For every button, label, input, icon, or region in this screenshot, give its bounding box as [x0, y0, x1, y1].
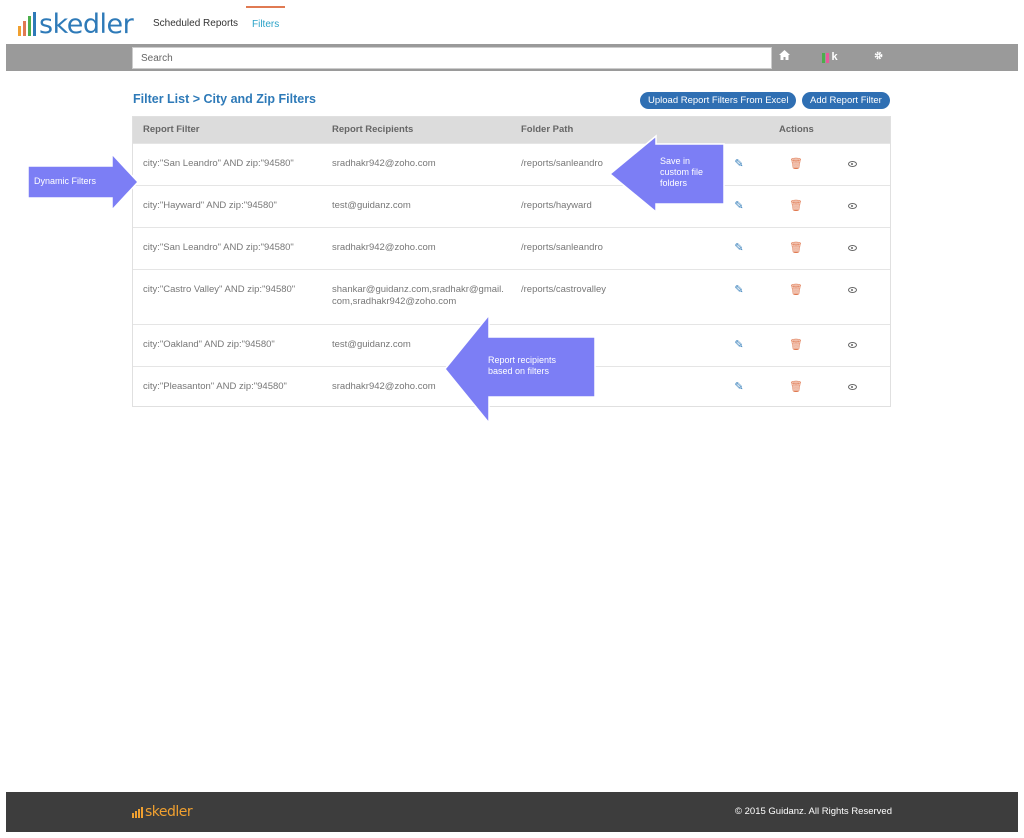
recipients-cell: sradhakr942@zoho.com: [332, 242, 436, 253]
trash-icon[interactable]: 🗑: [788, 380, 804, 393]
eye-icon[interactable]: [844, 241, 860, 253]
footer-logo-text: skedler: [145, 804, 193, 820]
callout-recipients-text: Report recipients based on filters: [488, 355, 557, 376]
eye-icon[interactable]: [844, 338, 860, 350]
tab-filters[interactable]: Filters: [246, 6, 286, 42]
trash-icon[interactable]: 🗑: [788, 338, 804, 351]
header-report-filter: Report Filter: [143, 124, 200, 135]
tab-scheduled-reports[interactable]: Scheduled Reports: [153, 6, 238, 42]
filter-cell: city:"Oakland" AND zip:"94580": [143, 339, 275, 350]
add-report-filter-button[interactable]: Add Report Filter: [802, 92, 890, 109]
upload-filters-button[interactable]: Upload Report Filters From Excel: [640, 92, 797, 109]
page-title: Filter List > City and Zip Filters: [133, 92, 317, 106]
trash-icon[interactable]: 🗑: [788, 199, 804, 212]
trash-icon[interactable]: 🗑: [788, 283, 804, 296]
filter-cell: city:"Castro Valley" AND zip:"94580": [143, 284, 296, 295]
eye-icon[interactable]: [844, 157, 860, 169]
table-row: city:"San Leandro" AND zip:"94580" sradh…: [133, 143, 890, 185]
filter-cell: city:"San Leandro" AND zip:"94580": [143, 242, 294, 253]
table-header: Report Filter Report Recipients Folder P…: [133, 117, 890, 143]
folder-cell: /reports/hayward: [521, 200, 592, 211]
trash-icon[interactable]: 🗑: [788, 157, 804, 170]
kibana-logo-text: k: [831, 51, 838, 63]
footer-logo: skedler: [132, 804, 193, 820]
callout-dynamic-filters: Dynamic Filters: [27, 152, 140, 212]
logo-bars-icon: [132, 807, 143, 818]
filter-cell: city:"Hayward" AND zip:"94580": [143, 200, 277, 211]
pencil-icon[interactable]: ✎: [731, 338, 747, 351]
home-icon[interactable]: [776, 48, 792, 67]
pencil-icon[interactable]: ✎: [731, 241, 747, 254]
header-folder-path: Folder Path: [521, 124, 574, 135]
eye-icon[interactable]: [844, 283, 860, 295]
callout-save-folders-text: Save in custom file folders: [660, 156, 704, 188]
recipients-cell: shankar@guidanz.com,sradhakr@gmail.com,s…: [332, 284, 504, 307]
header-report-recipients: Report Recipients: [332, 124, 414, 135]
callout-recipients: Report recipients based on filters: [444, 312, 596, 426]
table-row: city:"Hayward" AND zip:"94580" test@guid…: [133, 185, 890, 227]
pencil-icon[interactable]: ✎: [731, 380, 747, 393]
eye-icon[interactable]: [844, 199, 860, 211]
filter-cell: city:"San Leandro" AND zip:"94580": [143, 158, 294, 169]
callout-dynamic-filters-text: Dynamic Filters: [34, 176, 97, 186]
folder-cell: /reports/castrovalley: [521, 284, 607, 295]
logo-bars-icon: [18, 12, 36, 36]
folder-cell: /reports/sanleandro: [521, 242, 603, 253]
recipients-cell: test@guidanz.com: [332, 200, 411, 211]
kibana-icon[interactable]: k: [819, 48, 841, 67]
folder-cell: /reports/sanleandro: [521, 158, 603, 169]
skedler-logo[interactable]: skedler: [18, 9, 134, 40]
pencil-icon[interactable]: ✎: [731, 157, 747, 170]
header-actions: Actions: [779, 124, 814, 135]
copyright-text: © 2015 Guidanz. All Rights Reserved: [735, 806, 892, 817]
filter-cell: city:"Pleasanton" AND zip:"94580": [143, 381, 287, 392]
recipients-cell: sradhakr942@zoho.com: [332, 158, 436, 169]
logo-text: skedler: [39, 9, 134, 40]
pencil-icon[interactable]: ✎: [731, 283, 747, 296]
search-bar: k: [6, 44, 1018, 71]
footer: skedler © 2015 Guidanz. All Rights Reser…: [6, 792, 1018, 832]
callout-save-folders: Save in custom file folders: [608, 134, 725, 214]
search-input[interactable]: [132, 47, 772, 69]
trash-icon[interactable]: 🗑: [788, 241, 804, 254]
top-nav: skedler Scheduled Reports Filters: [6, 6, 1018, 42]
table-row: city:"San Leandro" AND zip:"94580" sradh…: [133, 227, 890, 269]
gear-icon[interactable]: [870, 48, 886, 67]
pencil-icon[interactable]: ✎: [731, 199, 747, 212]
eye-icon[interactable]: [844, 380, 860, 392]
